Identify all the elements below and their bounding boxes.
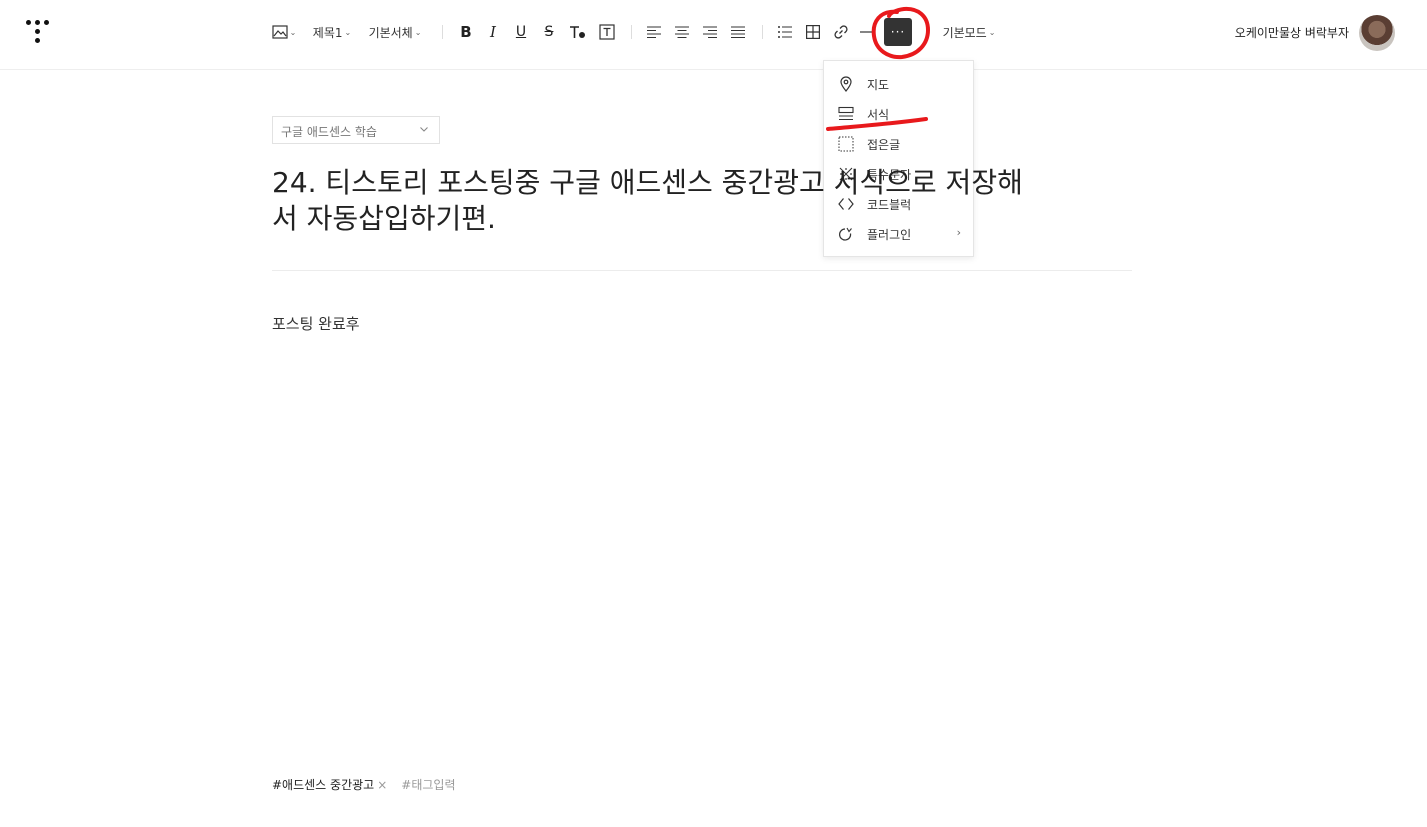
- editor-mode-select[interactable]: 기본모드 ⌄: [938, 20, 1000, 44]
- align-justify-icon: [731, 26, 745, 39]
- align-right-button[interactable]: [700, 20, 720, 44]
- align-left-button[interactable]: [644, 20, 664, 44]
- bold-icon: B: [460, 23, 472, 41]
- chevron-down-icon: ⌄: [289, 27, 297, 37]
- strikethrough-button[interactable]: S: [540, 20, 558, 44]
- horizontal-line-icon: [860, 31, 872, 33]
- toolbar-divider: [762, 25, 763, 39]
- chevron-down-icon: [420, 127, 428, 132]
- italic-icon: I: [490, 23, 496, 41]
- chevron-down-icon: ⌄: [988, 27, 996, 37]
- map-pin-icon: [840, 76, 852, 92]
- horizontal-line-button[interactable]: [859, 20, 873, 44]
- chevron-down-icon: ⌄: [344, 27, 352, 37]
- align-center-button[interactable]: [672, 20, 692, 44]
- tistory-logo[interactable]: [24, 18, 52, 46]
- bullet-list-button[interactable]: [775, 20, 795, 44]
- annotation-overlay: [826, 6, 931, 131]
- text-color-button[interactable]: [567, 20, 589, 44]
- post-title-line: 24. 티스토리 포스팅중 구글 애드센스 중간광고 서식으로 저장해: [272, 166, 1023, 199]
- post-title-input[interactable]: 24. 티스토리 포스팅중 구글 애드센스 중간광고 서식으로 저장해 서 자동…: [272, 165, 1152, 237]
- menu-item-map[interactable]: 지도: [824, 69, 973, 99]
- category-select[interactable]: 구글 애드센스 학습: [272, 116, 440, 144]
- chevron-down-icon: ⌄: [414, 27, 422, 37]
- bold-button[interactable]: B: [456, 20, 476, 44]
- link-icon: [834, 25, 848, 39]
- text-background-icon: [599, 24, 615, 40]
- user-name[interactable]: 오케이만물상 벼락부자: [1235, 24, 1349, 41]
- text-background-button[interactable]: [597, 20, 617, 44]
- heading-style-label: 제목1: [312, 25, 343, 40]
- menu-item-label: 서식: [867, 108, 890, 122]
- post-body-editor[interactable]: 포스팅 완료후: [272, 313, 360, 334]
- remove-tag-icon[interactable]: ×: [377, 778, 387, 792]
- tag-input[interactable]: #태그입력: [401, 776, 455, 793]
- heading-select[interactable]: 제목1 ⌄: [310, 20, 354, 44]
- fold-icon: [838, 136, 854, 152]
- link-button[interactable]: [831, 20, 851, 44]
- toolbar-divider: [631, 25, 632, 39]
- align-center-icon: [675, 26, 689, 39]
- editor-toolbar: ⌄ 제목1 ⌄ 기본서체 ⌄ B I U S ··· 기본모드 ⌄ 오케이만물상…: [0, 0, 1427, 70]
- align-justify-button[interactable]: [728, 20, 748, 44]
- table-button[interactable]: [803, 20, 823, 44]
- tag-chip: #애드센스 중간광고: [272, 778, 375, 792]
- align-left-icon: [647, 26, 661, 39]
- template-icon: [838, 106, 854, 121]
- table-icon: [806, 25, 820, 39]
- menu-item-fold[interactable]: 접은글: [824, 129, 973, 159]
- post-title-line: 서 자동삽입하기편.: [272, 202, 496, 235]
- align-right-icon: [703, 26, 717, 39]
- toolbar-divider: [442, 25, 443, 39]
- italic-button[interactable]: I: [484, 20, 502, 44]
- more-options-button[interactable]: ···: [884, 18, 912, 46]
- image-insert-button[interactable]: ⌄: [270, 20, 298, 44]
- tag-area: #애드센스 중간광고 × #태그입력: [272, 776, 455, 793]
- menu-item-label: 접은글: [867, 138, 901, 152]
- menu-item-label: 지도: [867, 78, 890, 92]
- text-color-icon: [570, 26, 585, 38]
- strikethrough-icon: S: [544, 24, 554, 40]
- underline-icon: U: [515, 24, 527, 40]
- category-value: 구글 애드센스 학습: [281, 125, 377, 139]
- bullet-list-icon: [778, 26, 792, 38]
- underline-button[interactable]: U: [512, 20, 530, 44]
- menu-item-template[interactable]: 서식: [824, 99, 973, 129]
- font-family-label: 기본서체: [368, 25, 413, 40]
- editor-mode-label: 기본모드: [942, 25, 987, 40]
- more-dots-icon: ···: [890, 25, 906, 39]
- avatar[interactable]: [1359, 15, 1395, 51]
- font-family-select[interactable]: 기본서체 ⌄: [364, 20, 426, 44]
- image-icon: [272, 25, 288, 39]
- title-divider: [272, 270, 1132, 271]
